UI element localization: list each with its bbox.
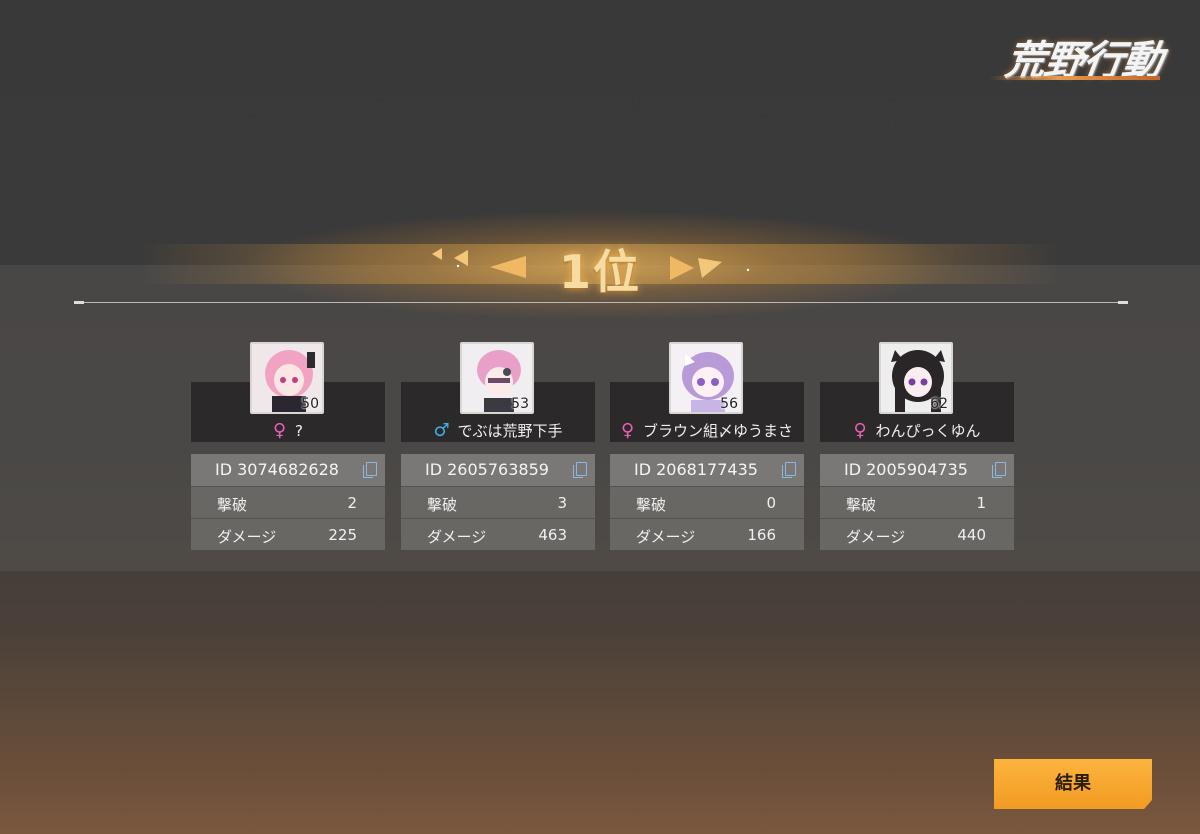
avatar[interactable]: 62 xyxy=(879,342,953,414)
logo-underline xyxy=(990,76,1160,80)
player-stats: ID 3074682628 撃破 2 ダメージ 225 xyxy=(191,454,385,550)
kills-value: 2 xyxy=(347,494,357,512)
copy-icon[interactable] xyxy=(782,462,796,478)
player-stats: ID 2068177435 撃破 0 ダメージ 166 xyxy=(610,454,804,550)
player-name-row: ♀ ? xyxy=(191,420,385,441)
player-name-row: ♂ でぶは荒野下手 xyxy=(401,420,595,441)
kills-row: 撃破 3 xyxy=(401,486,595,518)
player-name: でぶは荒野下手 xyxy=(457,422,563,440)
kills-label: 撃破 xyxy=(427,496,458,514)
avatar[interactable]: 56 xyxy=(669,342,743,414)
damage-value: 440 xyxy=(957,526,986,544)
copy-icon[interactable] xyxy=(573,462,587,478)
player-id-row: ID 2068177435 xyxy=(610,454,804,486)
avatar[interactable]: 50 xyxy=(250,342,324,414)
damage-value: 463 xyxy=(538,526,567,544)
damage-row: ダメージ 440 xyxy=(820,518,1014,550)
rank-arrows-left-icon xyxy=(432,248,526,278)
kills-row: 撃破 1 xyxy=(820,486,1014,518)
player-stats: ID 2605763859 撃破 3 ダメージ 463 xyxy=(401,454,595,550)
player-level: 62 xyxy=(930,396,948,412)
damage-label: ダメージ xyxy=(217,528,277,546)
player-id-row: ID 2605763859 xyxy=(401,454,595,486)
player-id: ID 3074682628 xyxy=(215,460,339,479)
player-name-row: ♀ ブラウン組〆ゆうまさ xyxy=(610,420,804,441)
damage-label: ダメージ xyxy=(636,528,696,546)
player-level: 50 xyxy=(301,396,319,412)
player-name-row: ♀ わんぴっくゆん xyxy=(820,420,1014,441)
female-icon: ♀ xyxy=(273,420,287,441)
copy-icon[interactable] xyxy=(363,462,377,478)
copy-icon[interactable] xyxy=(992,462,1006,478)
player-level: 56 xyxy=(720,396,738,412)
kills-label: 撃破 xyxy=(217,496,248,514)
kills-value: 3 xyxy=(557,494,567,512)
player-name: ブラウン組〆ゆうまさ xyxy=(642,422,793,440)
kills-label: 撃破 xyxy=(846,496,877,514)
damage-label: ダメージ xyxy=(846,528,906,546)
avatar[interactable]: 53 xyxy=(460,342,534,414)
player-id: ID 2605763859 xyxy=(425,460,549,479)
male-icon: ♂ xyxy=(433,420,450,441)
damage-row: ダメージ 225 xyxy=(191,518,385,550)
damage-label: ダメージ xyxy=(427,528,487,546)
female-icon: ♀ xyxy=(621,420,635,441)
divider-line xyxy=(74,301,1128,304)
female-icon: ♀ xyxy=(853,420,867,441)
player-id-row: ID 2005904735 xyxy=(820,454,1014,486)
player-stats: ID 2005904735 撃破 1 ダメージ 440 xyxy=(820,454,1014,550)
kills-row: 撃破 2 xyxy=(191,486,385,518)
damage-value: 166 xyxy=(747,526,776,544)
result-button[interactable]: 結果 xyxy=(994,759,1152,809)
kills-value: 1 xyxy=(976,494,986,512)
damage-row: ダメージ 463 xyxy=(401,518,595,550)
damage-value: 225 xyxy=(328,526,357,544)
rank-title: 1位 xyxy=(558,245,641,299)
kills-label: 撃破 xyxy=(636,496,667,514)
player-level: 53 xyxy=(511,396,529,412)
player-id-row: ID 3074682628 xyxy=(191,454,385,486)
player-name: わんぴっくゆん xyxy=(875,422,981,440)
player-id: ID 2068177435 xyxy=(634,460,758,479)
player-name: ? xyxy=(295,422,303,440)
kills-value: 0 xyxy=(766,494,776,512)
damage-row: ダメージ 166 xyxy=(610,518,804,550)
kills-row: 撃破 0 xyxy=(610,486,804,518)
player-id: ID 2005904735 xyxy=(844,460,968,479)
rank-arrows-right-icon xyxy=(670,256,750,280)
